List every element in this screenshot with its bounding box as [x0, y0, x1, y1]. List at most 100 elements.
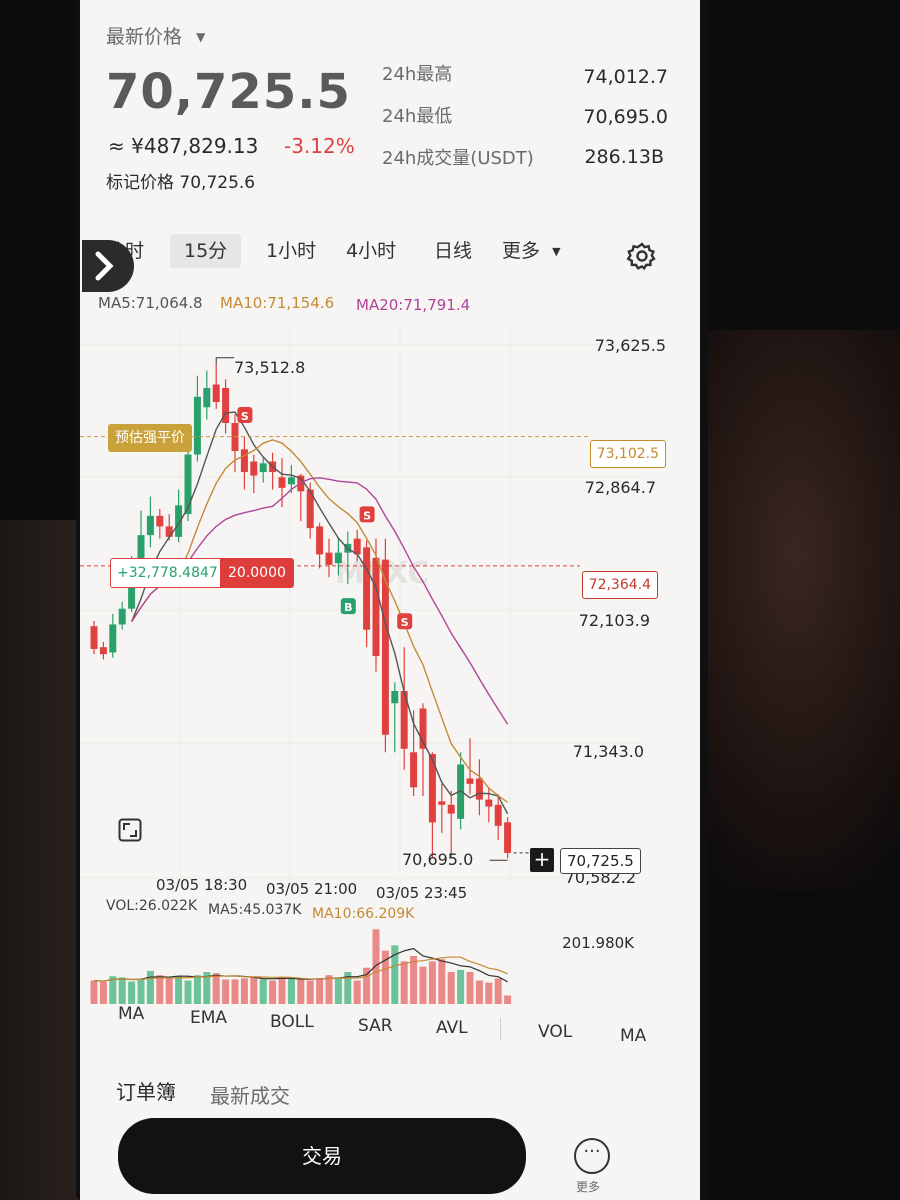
candle-body: [363, 547, 371, 630]
indicator-divider: [500, 1018, 501, 1040]
stat-low-value: 70,695.0: [583, 106, 668, 128]
volume-bar: [99, 981, 107, 1004]
indicator-ema[interactable]: EMA: [190, 1008, 227, 1028]
candle-body: [212, 384, 220, 403]
price-axis-label: 71,343.0: [572, 742, 644, 761]
last-price: 70,725.5: [106, 64, 351, 120]
volume-bar: [146, 970, 154, 1004]
indicator-vol[interactable]: VOL: [538, 1022, 572, 1042]
volume-legend-ma5: MA5:45.037K: [208, 902, 302, 918]
buy-marker: B: [340, 598, 356, 615]
candle-body: [259, 463, 267, 473]
candle-body: [109, 624, 117, 653]
trade-button[interactable]: 交易: [118, 1118, 526, 1194]
cny-price: ≈ ¥487,829.13: [108, 134, 259, 158]
candle-body: [99, 647, 107, 655]
volume-bar: [466, 972, 474, 1004]
volume-bars: [90, 929, 512, 1004]
volume-bar: [165, 978, 173, 1004]
candle-body: [391, 690, 399, 704]
candle-body: [203, 387, 211, 408]
candle-body: [156, 515, 164, 527]
volume-bar: [156, 975, 164, 1004]
volume-bar: [485, 982, 493, 1004]
candle-body: [165, 526, 173, 537]
price-axis-label: 72,864.7: [584, 478, 656, 497]
tab-latest-trades[interactable]: 最新成交: [210, 1080, 290, 1109]
volume-bar: [259, 979, 267, 1004]
svg-text:B: B: [344, 601, 352, 614]
high-marker-line: [215, 357, 235, 365]
volume-bar: [475, 980, 483, 1004]
liquidation-price-value: 73,102.5: [589, 440, 666, 468]
candle-body: [494, 804, 502, 826]
volume-bar: [400, 961, 408, 1004]
mark-price-label: 标记价格: [106, 173, 174, 193]
back-button[interactable]: [82, 240, 134, 292]
price-type-selector[interactable]: 最新价格 ▼: [106, 22, 205, 49]
price-axis-label: 72,103.9: [578, 611, 650, 630]
tab-order-book[interactable]: 订单簿: [116, 1076, 176, 1105]
caret-down-icon: ▼: [552, 245, 561, 258]
indicator-avl[interactable]: AVL: [436, 1018, 468, 1038]
tab-15m[interactable]: 15分: [170, 234, 242, 268]
candle-body: [438, 801, 446, 805]
volume-bar: [428, 961, 436, 1004]
indicator-sar[interactable]: SAR: [358, 1016, 393, 1036]
candle-body: [184, 454, 192, 515]
tab-1h[interactable]: 1小时: [252, 234, 330, 268]
volume-bar: [269, 980, 277, 1004]
candle-body: [175, 505, 183, 537]
more-label: 更多: [576, 1180, 601, 1194]
volume-bar: [353, 980, 361, 1004]
high-marker-label: 73,512.8: [234, 358, 306, 377]
entry-price-badge: 72,364.4: [581, 571, 658, 599]
svg-text:S: S: [363, 509, 371, 522]
tab-daily[interactable]: 日线: [420, 234, 486, 268]
position-leverage[interactable]: 20.0000: [220, 558, 294, 588]
volume-bar: [193, 975, 201, 1004]
price-axis-label: 73,625.5: [594, 336, 666, 355]
candle-body: [504, 822, 512, 853]
indicator-ma-sub[interactable]: MA: [620, 1026, 646, 1046]
volume-bar: [90, 980, 98, 1004]
sell-marker: S: [397, 613, 413, 630]
time-axis-label: 03/05 23:45: [376, 884, 468, 902]
volume-bar: [287, 978, 295, 1004]
volume-bar: [494, 978, 502, 1004]
liquidation-price-tag[interactable]: 预估强平价: [108, 424, 192, 452]
volume-bar: [278, 977, 286, 1004]
volume-bar: [250, 976, 258, 1004]
volume-bar: [297, 979, 305, 1004]
candle-body: [334, 552, 342, 564]
volume-bar: [212, 973, 220, 1004]
candle-body: [485, 799, 493, 807]
volume-bar: [438, 959, 446, 1004]
candle-body: [325, 552, 333, 565]
volume-ma10-line: [93, 956, 508, 982]
candle-body: [316, 526, 324, 555]
volume-bar: [184, 980, 192, 1004]
volume-bar: [316, 978, 324, 1004]
svg-text:S: S: [401, 616, 409, 629]
indicator-ma[interactable]: MA: [118, 1004, 144, 1024]
volume-ma5-line: [93, 947, 508, 983]
ma20-legend: MA20:71,791.4: [356, 296, 471, 314]
add-crosshair-button[interactable]: +: [530, 848, 554, 872]
volume-ma-lines: [93, 947, 508, 983]
tab-4h[interactable]: 4小时: [332, 234, 410, 268]
indicator-boll[interactable]: BOLL: [270, 1012, 314, 1032]
current-price-badge: 70,725.5: [560, 848, 641, 874]
tab-more[interactable]: 更多 ▼: [488, 234, 575, 268]
caret-down-icon: ▼: [196, 30, 206, 44]
stat-high-label: 24h最高: [382, 64, 453, 85]
settings-gear-icon[interactable]: [626, 240, 658, 272]
fullscreen-icon[interactable]: [118, 818, 142, 842]
more-icon[interactable]: ···: [574, 1138, 610, 1174]
candle-body: [466, 778, 474, 784]
volume-bar: [231, 979, 239, 1004]
position-pnl[interactable]: +32,778.4847: [110, 558, 225, 588]
volume-bar: [137, 979, 145, 1004]
volume-bar: [447, 972, 455, 1004]
candle-body: [475, 778, 483, 800]
